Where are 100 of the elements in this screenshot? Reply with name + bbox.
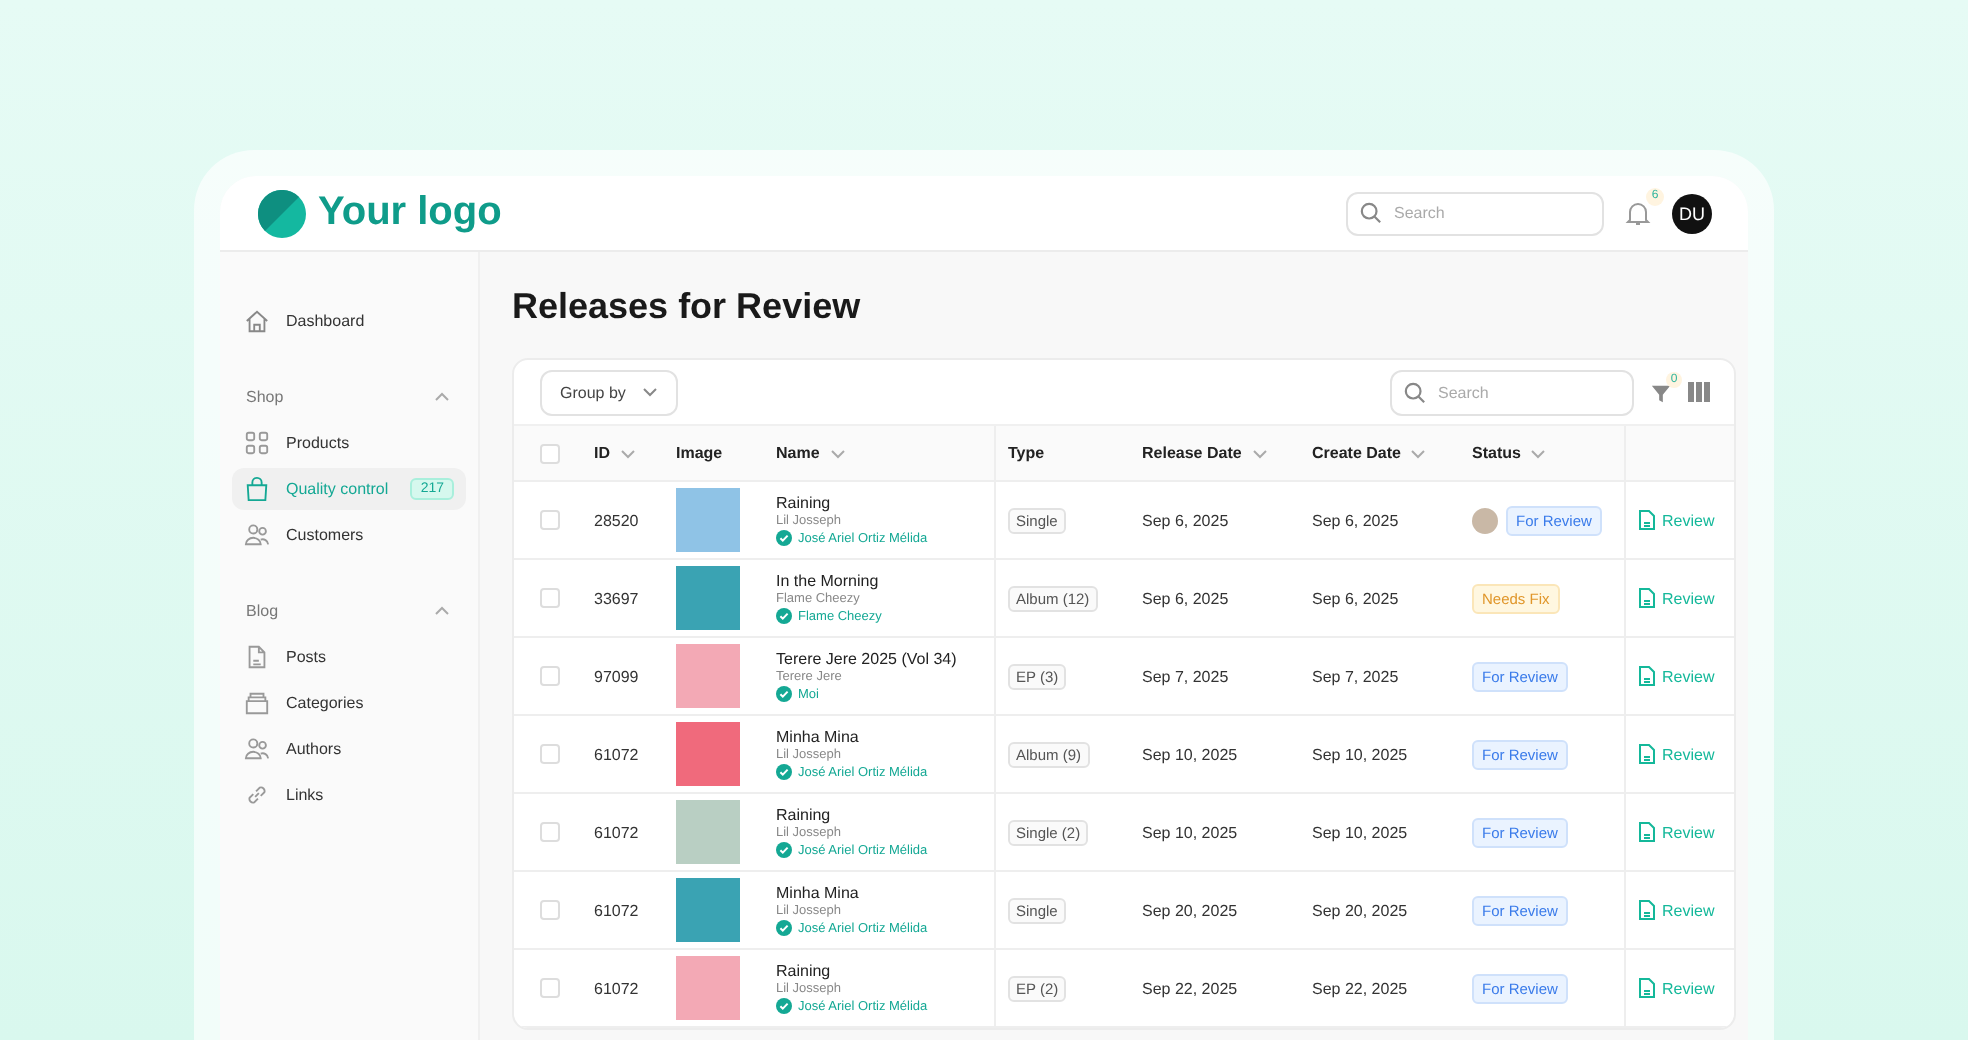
release-date: Sep 7, 2025 [1142,667,1229,685]
column-header: Image [676,444,723,462]
search-icon [1404,381,1426,403]
column-header[interactable]: Release Date [1142,444,1242,462]
photo-placeholder [676,722,740,786]
column-header[interactable]: ID [594,444,610,462]
nav-label: Categories [286,694,364,712]
release-date: Sep 10, 2025 [1142,745,1238,763]
link-icon [244,782,270,808]
document-icon [1638,822,1656,842]
verified-icon [776,608,792,624]
document-icon [1638,666,1656,686]
release-date: Sep 6, 2025 [1142,589,1229,607]
document-icon [1638,900,1656,920]
row-checkbox[interactable] [540,588,560,608]
logo-icon [258,189,306,237]
nav-item[interactable]: Links [232,774,466,816]
columns-icon[interactable] [1688,382,1710,402]
search-icon [1360,202,1382,224]
filter-icon[interactable] [1650,381,1672,403]
photo-placeholder [676,956,740,1020]
nav-item[interactable]: Categories [232,682,466,724]
release-name: Raining [776,806,831,824]
column-header: Type [1008,444,1045,462]
nav-label: Links [286,786,324,804]
row-checkbox[interactable] [540,510,560,530]
chevron-down-icon [641,386,658,398]
search-field[interactable]: Search [1390,369,1634,415]
document-icon [1638,978,1656,998]
shopping-bag-icon [244,476,270,502]
photo-placeholder [676,488,740,552]
row-checkbox[interactable] [540,666,560,686]
id-cell: 61072 [594,745,639,763]
nav-label: Authors [286,740,342,758]
create-date: Sep 20, 2025 [1312,901,1408,919]
photo-placeholder [676,800,740,864]
id-cell: 61072 [594,823,639,841]
page-title: Releases for Review [512,286,863,328]
home-icon [244,308,270,334]
document-icon [1638,744,1656,764]
row-checkbox[interactable] [540,900,560,920]
create-date: Sep 10, 2025 [1312,823,1408,841]
photo-placeholder [676,878,740,942]
row-checkbox[interactable] [540,744,560,764]
id-cell: 28520 [594,511,639,529]
nav-label: Customers [286,526,364,544]
sort-icon[interactable] [829,447,846,459]
nav-item[interactable]: Products [232,422,466,464]
user-avatar[interactable]: DU [1672,193,1712,233]
nav-item[interactable]: Posts [232,636,466,678]
nav-item[interactable]: Dashboard [232,300,466,342]
id-cell: 33697 [594,589,639,607]
people-icon [244,736,270,762]
sort-icon[interactable] [1530,447,1547,459]
sort-icon[interactable] [1251,447,1268,459]
document-icon [1638,510,1656,530]
verified-icon [776,842,792,858]
nav-label: Posts [286,648,327,666]
column-header[interactable]: Create Date [1312,444,1401,462]
verified-icon [776,686,792,702]
release-name: Minha Mina [776,728,859,746]
release-name: In the Morning [776,572,879,590]
search-field[interactable]: Search [1346,191,1604,235]
create-date: Sep 10, 2025 [1312,745,1408,763]
sort-icon[interactable] [620,447,636,459]
create-date: Sep 7, 2025 [1312,667,1399,685]
photo-placeholder [676,566,740,630]
tray-icon [244,690,270,716]
chevron-up-icon[interactable] [434,390,450,402]
verified-icon [776,920,792,936]
column-header[interactable]: Status [1472,444,1521,462]
nav-label: Products [286,434,350,452]
nav-item[interactable]: Customers [232,514,466,556]
document-icon [244,644,270,670]
section-title: Shop [246,387,284,405]
document-icon [1638,588,1656,608]
column-header[interactable]: Name [776,444,820,462]
chevron-up-icon[interactable] [434,604,450,616]
bell-icon[interactable] [1624,199,1652,227]
release-date: Sep 10, 2025 [1142,823,1238,841]
select-all-checkbox[interactable] [540,443,560,463]
section-title: Blog [246,601,279,619]
release-name: Raining [776,962,831,980]
create-date: Sep 6, 2025 [1312,511,1399,529]
release-date: Sep 22, 2025 [1142,979,1238,997]
row-checkbox[interactable] [540,978,560,998]
logo-text: Your logo [318,190,502,236]
release-name: Raining [776,494,831,512]
sort-icon[interactable] [1410,447,1427,459]
nav-label: Quality control [286,480,389,498]
release-name: Terere Jere 2025 (Vol 34) [776,650,957,668]
row-checkbox[interactable] [540,822,560,842]
release-date: Sep 20, 2025 [1142,901,1238,919]
nav-item[interactable]: Authors [232,728,466,770]
group-by-dropdown[interactable]: Group by [540,369,678,415]
verified-icon [776,998,792,1014]
create-date: Sep 22, 2025 [1312,979,1408,997]
create-date: Sep 6, 2025 [1312,589,1399,607]
grid-icon [244,430,270,456]
release-name: Minha Mina [776,884,859,902]
